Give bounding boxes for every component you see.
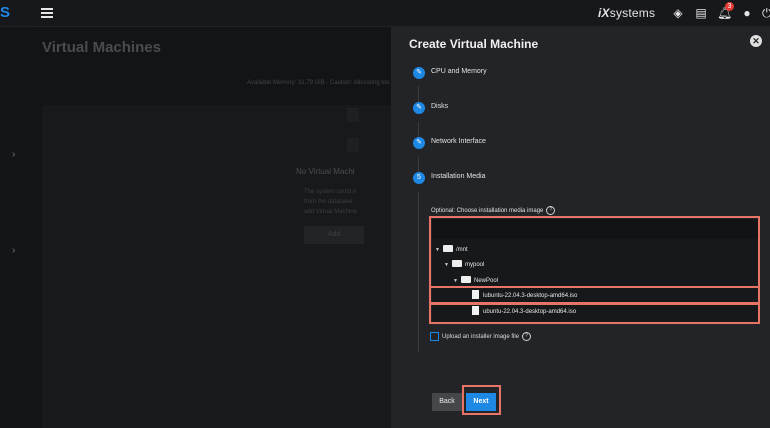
highlight-box (462, 385, 501, 415)
create-vm-panel: Create Virtual Machine ✕ ✎ CPU and Memor… (391, 27, 770, 428)
add-vm-button[interactable]: Add (304, 226, 364, 244)
chevron-right-icon[interactable]: › (12, 149, 15, 160)
step-label: CPU and Memory (431, 68, 487, 75)
help-icon[interactable]: ? (546, 206, 556, 215)
empty-state-text: The system could n from the database. ad… (304, 187, 364, 217)
brand-name: systems (609, 6, 656, 20)
upload-label-text: Upload an installer image file (442, 334, 520, 341)
sidebar: › › (0, 27, 33, 428)
chevron-right-icon[interactable]: › (12, 245, 15, 256)
pencil-icon: ✎ (413, 137, 425, 149)
close-icon[interactable]: ✕ (750, 35, 762, 47)
placeholder-block (347, 108, 359, 122)
empty-state-title: No Virtual Machi (296, 167, 355, 176)
help-icon[interactable]: ? (522, 332, 532, 341)
notification-badge: 3 (725, 2, 734, 11)
empty-vm-panel (42, 105, 391, 428)
empty-text-line: The system could n (304, 189, 357, 195)
highlight-box (429, 216, 760, 288)
placeholder-block (347, 138, 359, 152)
media-label-text: Optional: Choose installation media imag… (431, 208, 544, 215)
step-label: Disks (431, 103, 449, 110)
media-label: Optional: Choose installation media imag… (431, 206, 556, 215)
power-icon[interactable]: ⏻ (762, 6, 770, 20)
memory-info: Available Memory: 31.79 GiB - Caution: A… (247, 80, 390, 86)
truecommand-icon[interactable]: ◈ (671, 6, 685, 20)
empty-text-line: from the database. (304, 199, 355, 205)
brand-mark: iX (598, 6, 610, 20)
step-number: 5 (413, 172, 425, 184)
step-label: Network Interface (431, 138, 486, 145)
highlight-box (429, 303, 760, 324)
menu-icon[interactable] (41, 8, 53, 18)
app-logo[interactable]: S (0, 4, 10, 21)
page-title: Virtual Machines (42, 39, 161, 56)
clipboard-icon[interactable]: ▤ (694, 6, 708, 20)
account-icon[interactable]: ● (740, 6, 754, 20)
pencil-icon: ✎ (413, 67, 425, 79)
step-connector (418, 192, 419, 352)
pencil-icon: ✎ (413, 102, 425, 114)
highlight-box (429, 286, 760, 304)
ixsystems-logo: iXsystems (598, 6, 655, 20)
step-label: Installation Media (431, 173, 486, 180)
top-bar: S iXsystems ◈ ▤ 🔔︎ 3 ● ⏻ (0, 0, 770, 27)
upload-checkbox[interactable] (430, 332, 439, 341)
upload-label: Upload an installer image file? (442, 332, 532, 341)
back-button[interactable]: Back (432, 393, 462, 411)
empty-text-line: add Virtual Machine (304, 209, 357, 215)
panel-title: Create Virtual Machine (409, 37, 539, 51)
